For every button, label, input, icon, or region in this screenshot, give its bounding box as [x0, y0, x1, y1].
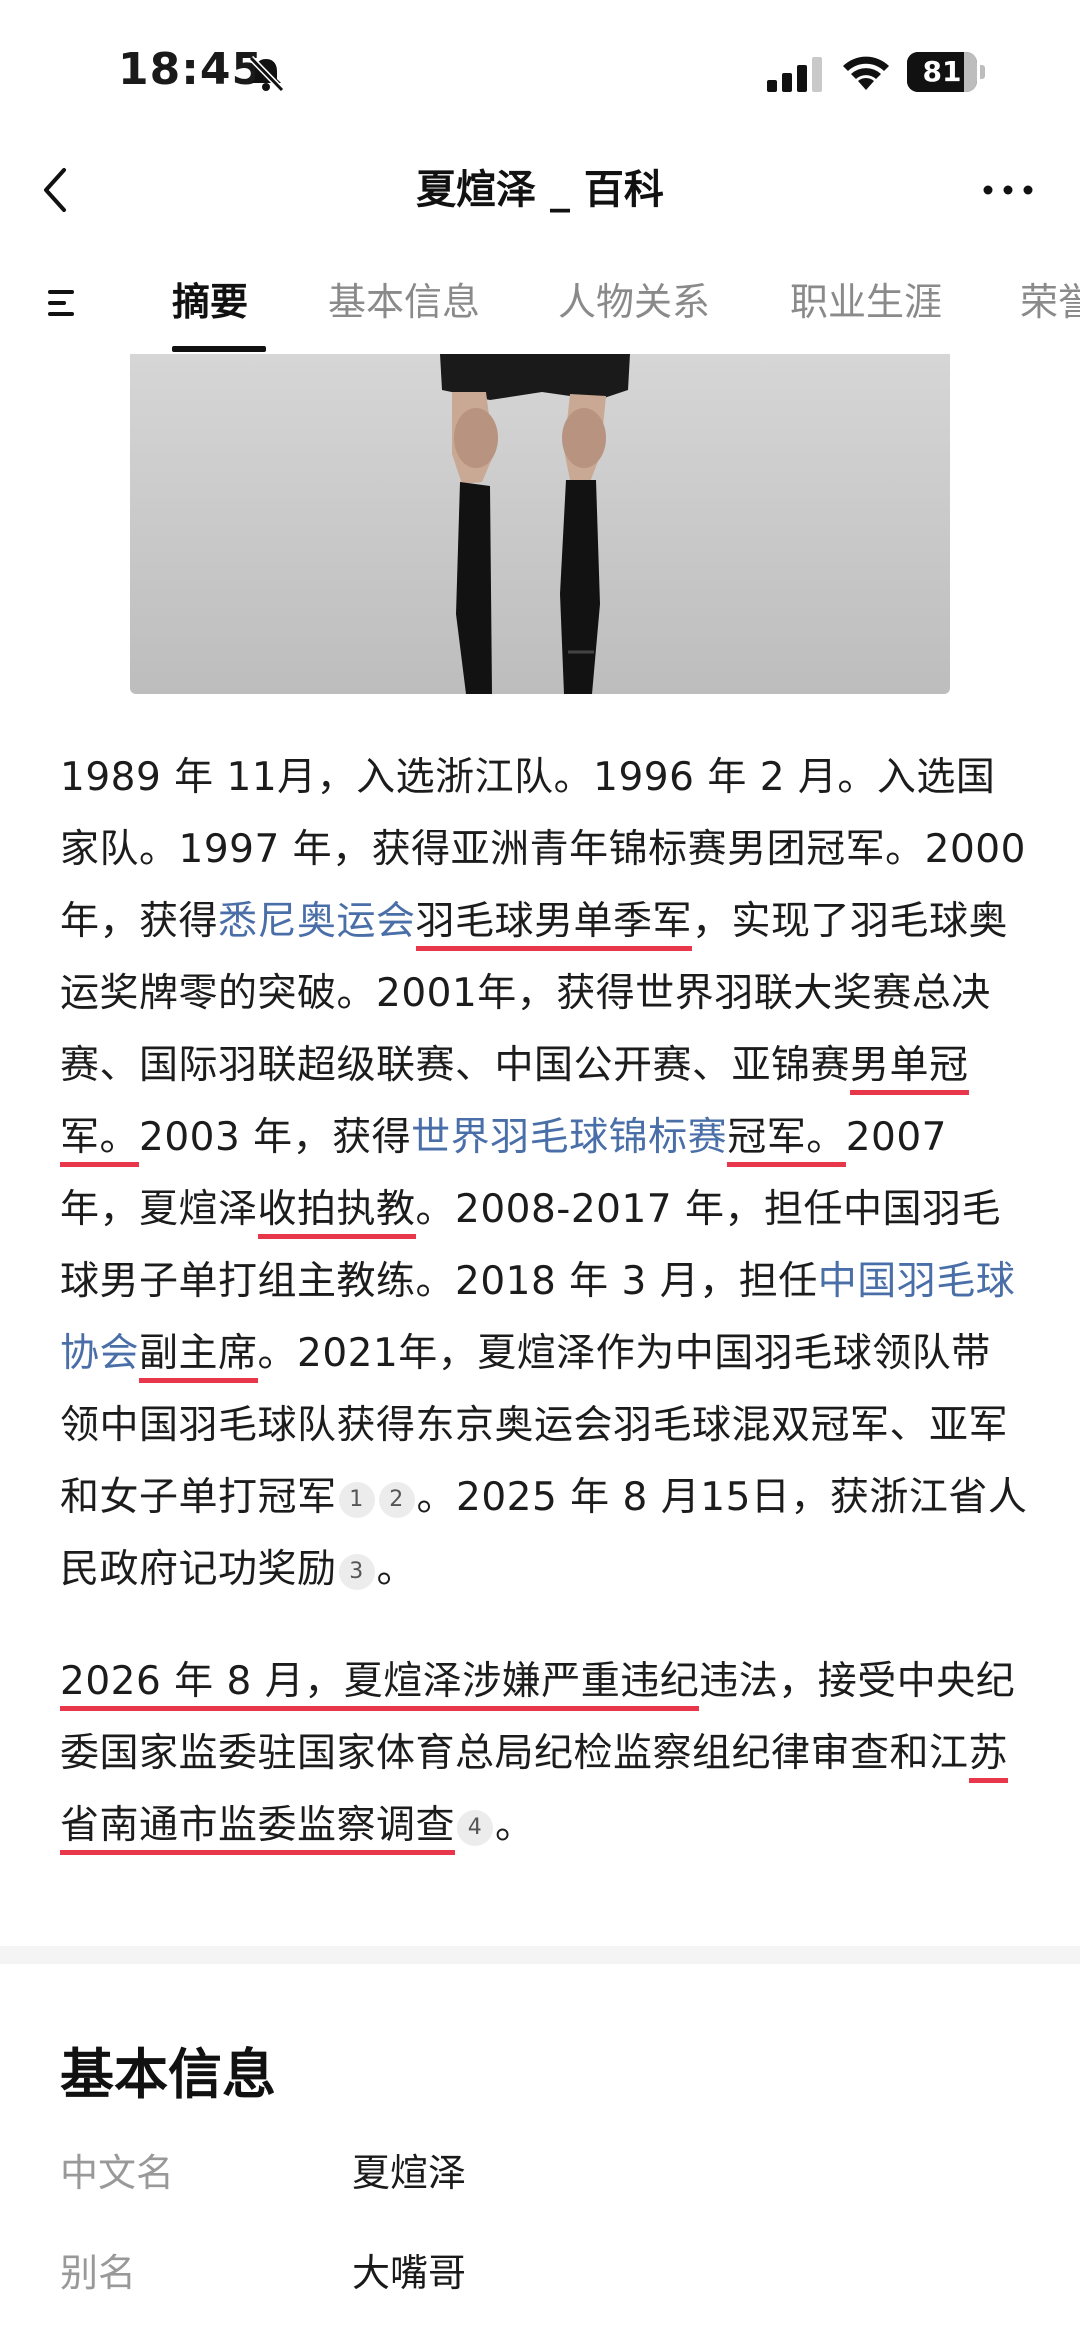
battery-tip — [980, 65, 985, 79]
highlight-vice-chairman: 副主席 — [139, 1331, 258, 1383]
basic-info-heading: 基本信息 — [60, 2043, 276, 2106]
top-bar: 夏煊泽 _ 百科 — [0, 140, 1080, 240]
person-photo[interactable] — [130, 354, 950, 694]
page: 18:45 81 夏煊泽 _ 百科 摘要 基本信息 人物关系 职业生涯 荣誉 1… — [0, 0, 1080, 2341]
signal-icon — [767, 57, 822, 92]
highlight-bronze: 羽毛球男单季军 — [415, 899, 693, 951]
highlight-retire-coach: 收拍执教 — [257, 1187, 416, 1239]
info-row-alias: 别名 大嘴哥 — [60, 2242, 1020, 2302]
highlight-investigation-date: 2026 年 8 月，夏煊泽涉嫌严重违纪 — [60, 1659, 700, 1711]
active-tab-indicator — [172, 346, 266, 352]
info-value: 大嘴哥 — [352, 2251, 467, 2295]
summary-paragraph-2: 2026 年 8 月，夏煊泽涉嫌严重违纪违法，接受中央纪委国家监委驻国家体育总局… — [60, 1646, 1028, 1862]
wifi-icon — [843, 56, 889, 90]
info-label: 中文名 — [60, 2151, 175, 2195]
photo-illustration — [440, 354, 630, 694]
menu-list-icon[interactable] — [46, 288, 78, 318]
tab-summary[interactable]: 摘要 — [172, 274, 248, 354]
tab-career[interactable]: 职业生涯 — [790, 274, 942, 354]
text-segment: 。 — [495, 1803, 535, 1848]
battery-body: 81 — [907, 52, 977, 92]
status-bar: 18:45 81 — [0, 0, 1080, 140]
tab-honors[interactable]: 荣誉 — [1020, 274, 1080, 354]
tab-basic-info[interactable]: 基本信息 — [328, 274, 480, 354]
more-dots-icon[interactable] — [980, 176, 1036, 204]
citation-4[interactable]: 4 — [457, 1809, 494, 1846]
battery-icon: 81 — [907, 52, 985, 92]
info-row-chinese-name: 中文名 夏煊泽 — [60, 2142, 1020, 2202]
link-world-championships[interactable]: 世界羽毛球锦标赛 — [411, 1115, 727, 1160]
info-label: 别名 — [60, 2251, 137, 2295]
text-segment: 2003 年，获得 — [139, 1115, 412, 1160]
bell-slash-icon — [248, 55, 285, 93]
summary-article: 1989 年 11月，入选浙江队。1996 年 2 月。入选国家队。1997 年… — [60, 742, 1028, 1862]
citation-1[interactable]: 1 — [338, 1481, 375, 1518]
text-segment: 。 — [376, 1547, 417, 1592]
status-time: 18:45 — [118, 44, 264, 95]
tab-bar: 摘要 基本信息 人物关系 职业生涯 荣誉 — [0, 250, 1080, 354]
highlight-champion: 冠军。 — [727, 1115, 846, 1167]
page-title: 夏煊泽 _ 百科 — [416, 167, 664, 213]
link-sydney-olympics[interactable]: 悉尼奥运会 — [218, 899, 416, 944]
citation-3[interactable]: 3 — [338, 1553, 375, 1590]
battery-level: 81 — [922, 55, 962, 88]
tab-relations[interactable]: 人物关系 — [558, 274, 710, 354]
info-value: 夏煊泽 — [352, 2151, 467, 2195]
summary-paragraph-1: 1989 年 11月，入选浙江队。1996 年 2 月。入选国家队。1997 年… — [60, 742, 1028, 1606]
citation-2[interactable]: 2 — [378, 1481, 415, 1518]
section-divider — [0, 1946, 1080, 1964]
